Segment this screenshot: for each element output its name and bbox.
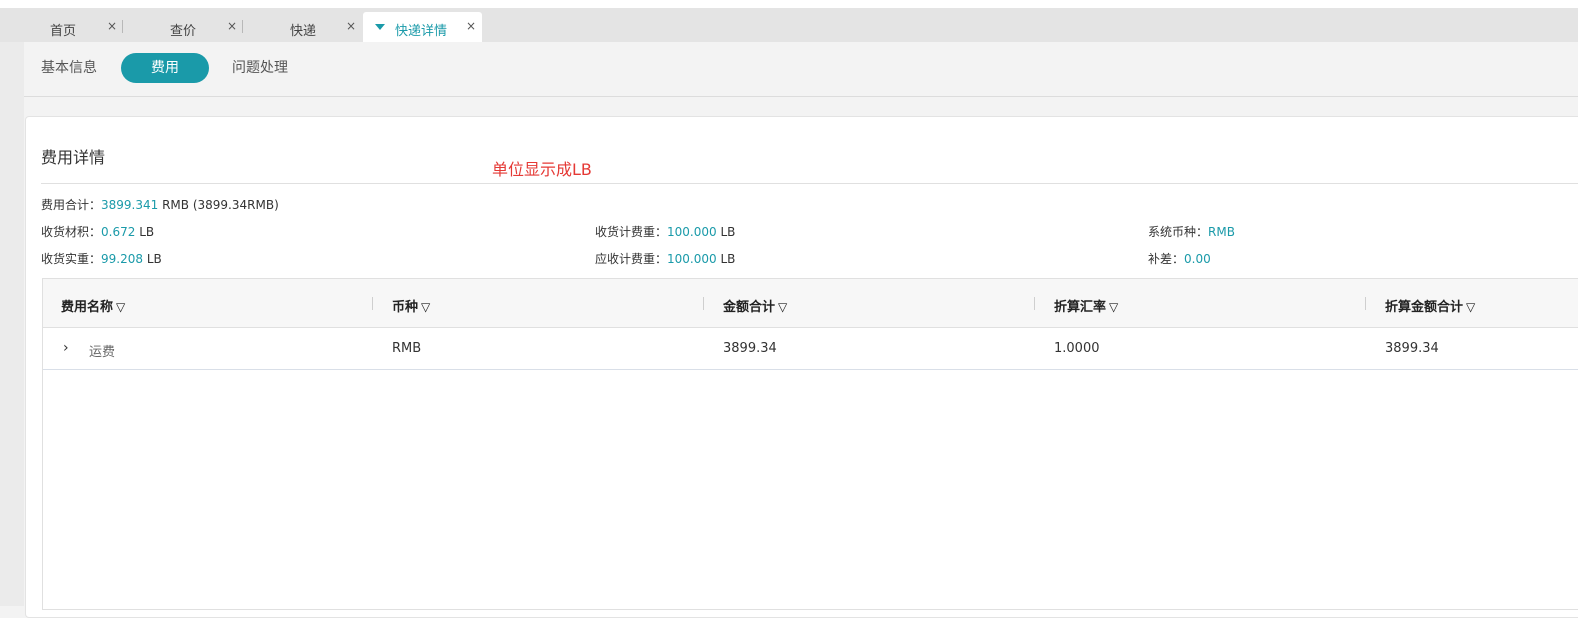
filter-icon[interactable]: ▽ <box>116 300 125 314</box>
filter-icon[interactable]: ▽ <box>421 300 430 314</box>
info-label: 收货材积： <box>41 225 102 239</box>
close-icon[interactable]: × <box>466 19 476 33</box>
close-icon[interactable]: × <box>346 19 356 33</box>
column-resize-handle[interactable] <box>703 297 704 310</box>
info-unit: LB <box>716 225 736 239</box>
tab-label: 快递详情 <box>395 24 448 39</box>
filter-icon[interactable]: ▽ <box>1109 300 1118 314</box>
fee-total-unit: RMB (3899.34RMB) <box>158 198 279 212</box>
info-value: 100.000 <box>667 252 717 266</box>
column-title: 金额合计 <box>723 300 776 315</box>
info-value: 100.000 <box>667 225 717 239</box>
fee-total-value: 3899.341 <box>101 198 159 212</box>
subtab-basic-info[interactable]: 基本信息 <box>41 53 97 83</box>
filter-icon[interactable]: ▽ <box>778 300 787 314</box>
info-unit: LB <box>135 225 155 239</box>
tab-express-detail[interactable]: 快递详情 × <box>363 12 482 42</box>
close-icon[interactable]: × <box>107 19 117 33</box>
column-title: 费用名称 <box>61 300 114 315</box>
column-title: 折算金额合计 <box>1385 300 1464 315</box>
subtab-fees[interactable]: 费用 <box>121 53 209 83</box>
fee-total: 费用合计：3899.341 RMB (3899.34RMB) <box>41 196 279 213</box>
tab-label: 首页 <box>50 24 77 39</box>
info-label: 收货计费重： <box>595 225 668 239</box>
received-actual-weight: 收货实重：99.208 LB <box>41 250 162 267</box>
section-divider <box>41 183 1578 184</box>
info-unit: LB <box>143 252 162 266</box>
column-title: 币种 <box>392 300 419 315</box>
tab-separator <box>122 20 123 33</box>
received-volume: 收货材积：0.672 LB <box>41 223 154 240</box>
chevron-right-icon[interactable]: › <box>63 340 69 356</box>
info-label: 系统币种： <box>1148 225 1209 239</box>
tab-home[interactable]: 首页 × <box>0 12 124 42</box>
tab-label: 查价 <box>170 24 197 39</box>
info-label: 补差： <box>1148 252 1185 266</box>
subtab-issue-handling[interactable]: 问题处理 <box>232 53 288 83</box>
info-label: 应收计费重： <box>595 252 668 266</box>
column-resize-handle[interactable] <box>1034 297 1035 310</box>
column-header-amount-total[interactable]: 金额合计 ▽ <box>723 296 787 315</box>
top-strip <box>0 0 1578 8</box>
tab-separator <box>242 20 243 33</box>
cell-fee-name: 运费 <box>89 345 116 360</box>
info-value: 0.672 <box>101 225 136 239</box>
tab-price-query[interactable]: 查价 × <box>124 12 244 42</box>
close-icon[interactable]: × <box>227 19 237 33</box>
system-currency: 系统币种：RMB <box>1148 223 1235 240</box>
column-title: 折算汇率 <box>1054 300 1107 315</box>
fee-total-label: 费用合计： <box>41 198 102 212</box>
column-resize-handle[interactable] <box>372 297 373 310</box>
tab-express[interactable]: 快递 × <box>244 12 362 42</box>
table-header: 费用名称 ▽ 币种 ▽ 金额合计 ▽ 折算汇率 ▽ 折算金额合计 ▽ <box>43 279 1578 328</box>
column-header-currency[interactable]: 币种 ▽ <box>392 296 430 315</box>
info-value: 99.208 <box>101 252 144 266</box>
tab-label: 快递 <box>290 24 317 39</box>
info-unit: LB <box>716 252 736 266</box>
left-edge <box>0 42 24 606</box>
cell-rate: 1.0000 <box>1054 341 1100 356</box>
received-chargeable-weight: 收货计费重：100.000 LB <box>595 223 735 240</box>
cell-converted: 3899.34 <box>1385 341 1439 356</box>
annotation-note: 单位显示成LB <box>492 160 592 179</box>
info-value: RMB <box>1208 225 1235 239</box>
price-difference: 补差：0.00 <box>1148 250 1211 267</box>
filter-icon[interactable]: ▽ <box>1466 300 1475 314</box>
column-resize-handle[interactable] <box>1365 297 1366 310</box>
sub-tab-bar: 基本信息 费用 问题处理 <box>24 42 1578 97</box>
column-header-converted-total[interactable]: 折算金额合计 ▽ <box>1385 296 1475 315</box>
section-title: 费用详情 <box>41 148 106 167</box>
receivable-chargeable-weight: 应收计费重：100.000 LB <box>595 250 735 267</box>
cell-amount: 3899.34 <box>723 341 777 356</box>
column-header-exchange-rate[interactable]: 折算汇率 ▽ <box>1054 296 1118 315</box>
caret-down-icon[interactable] <box>375 24 385 30</box>
fee-table: 费用名称 ▽ 币种 ▽ 金额合计 ▽ 折算汇率 ▽ 折算金额合计 ▽ › 运费 RMB 3… <box>42 278 1578 610</box>
table-row[interactable]: › 运费 RMB 3899.34 1.0000 3899.34 <box>43 328 1578 370</box>
cell-currency: RMB <box>392 341 422 356</box>
column-header-fee-name[interactable]: 费用名称 ▽ <box>61 296 125 315</box>
info-value: 0.00 <box>1184 252 1211 266</box>
info-label: 收货实重： <box>41 252 102 266</box>
